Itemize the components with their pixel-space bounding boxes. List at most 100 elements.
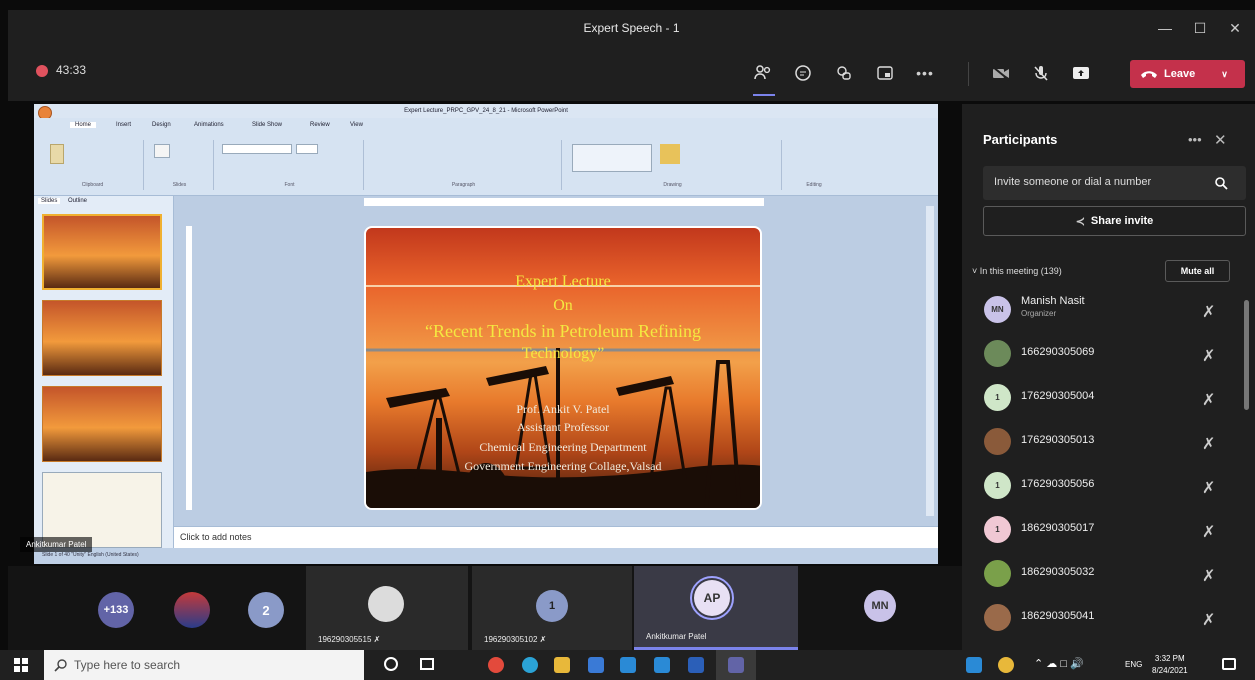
minimize-icon[interactable]: — <box>1148 10 1182 46</box>
tray-icons[interactable]: ⌃ ☁ □ 🔊 <box>1034 657 1084 670</box>
chevron-down-icon[interactable]: ∨ <box>1221 69 1228 80</box>
participant-name: 176290305004 <box>1021 390 1095 402</box>
in-meeting-header[interactable]: ˅ In this meeting (139) <box>972 266 1062 276</box>
ribbon-group-clipboard[interactable]: Clipboard <box>42 140 144 190</box>
video-tile[interactable]: 1 196290305102 ✗ <box>472 566 632 650</box>
camera-off-icon[interactable] <box>988 60 1014 86</box>
participant-row[interactable]: 1 186290305017 ✗ <box>962 508 1242 552</box>
ppt-window-title: Expert Lecture_PRPC_GPV_24_8_21 - Micros… <box>34 104 938 118</box>
window-title: Expert Speech - 1 <box>583 21 680 35</box>
panel-more-icon[interactable]: ••• <box>1188 132 1202 147</box>
slide-thumbnail[interactable] <box>42 300 162 376</box>
language-indicator[interactable]: ENG <box>1125 660 1142 669</box>
windows-start-icon[interactable] <box>14 658 28 672</box>
slides-tab[interactable]: Slides <box>38 198 61 204</box>
ribbon-group-editing[interactable]: Editing <box>784 140 844 190</box>
ppt-tab-design[interactable]: Design <box>152 122 171 128</box>
slide-thumbnail[interactable] <box>42 386 162 462</box>
avatar: 1 <box>984 384 1011 411</box>
notification-icon[interactable] <box>1222 658 1236 670</box>
participant-count-badge[interactable]: 2 <box>248 592 284 628</box>
slide-body-line: Assistant Professor <box>516 420 610 434</box>
notes-pane[interactable]: Click to add notes <box>174 526 938 548</box>
ribbon-group-drawing[interactable]: Drawing <box>564 140 782 190</box>
slide-title-line: “Recent Trends in Petroleum Refining <box>425 321 701 341</box>
overflow-participants-button[interactable]: +133 <box>98 592 134 628</box>
participant-row[interactable]: 186290305041 ✗ <box>962 596 1242 640</box>
app-icon[interactable] <box>654 657 670 673</box>
store-icon[interactable] <box>588 657 604 673</box>
ppt-tab-home[interactable]: Home <box>70 122 97 128</box>
panel-scrollbar[interactable] <box>1244 300 1249 410</box>
participants-icon[interactable] <box>750 60 776 86</box>
teams-taskbar-button[interactable] <box>716 650 756 680</box>
word-icon[interactable] <box>688 657 704 673</box>
participant-row[interactable]: 186290305032 ✗ <box>962 552 1242 596</box>
participant-row[interactable]: MN Manish Nasit Organizer ✗ <box>962 288 1242 332</box>
participant-name: 176290305013 <box>1021 434 1095 446</box>
slide-thumbnail[interactable] <box>42 214 162 290</box>
avatar[interactable] <box>174 592 210 628</box>
share-invite-button[interactable]: ≺ Share invite <box>983 206 1246 236</box>
breakout-rooms-icon[interactable] <box>872 60 898 86</box>
avatar <box>984 560 1011 587</box>
ppt-tab-animations[interactable]: Animations <box>194 122 224 128</box>
taskbar-clock[interactable]: 3:32 PM 8/24/2021 <box>1152 653 1188 677</box>
avatar <box>984 340 1011 367</box>
participants-active-indicator <box>753 94 775 96</box>
more-actions-icon[interactable]: ••• <box>912 60 938 86</box>
video-tile-active-speaker[interactable]: AP Ankitkumar Patel <box>634 566 798 650</box>
ppt-tab-review[interactable]: Review <box>310 122 330 128</box>
video-tile[interactable]: 196290305515 ✗ <box>306 566 468 650</box>
tray-app-icon[interactable] <box>998 657 1014 673</box>
ppt-status-bar: Slide 1 of 40 "Unity" English (United St… <box>34 548 938 564</box>
tile-name: Ankitkumar Patel <box>646 632 707 641</box>
invite-search-input[interactable]: Invite someone or dial a number <box>983 166 1246 200</box>
current-slide[interactable]: Expert Lecture On “Recent Trends in Petr… <box>364 226 762 510</box>
outline-tab[interactable]: Outline <box>68 198 87 204</box>
mic-muted-icon: ✗ <box>1202 348 1216 365</box>
ppt-tab-slideshow[interactable]: Slide Show <box>252 122 282 128</box>
search-icon <box>54 658 68 672</box>
participant-name: 186290305017 <box>1021 522 1095 534</box>
avatar <box>984 428 1011 455</box>
share-screen-icon[interactable] <box>1068 60 1094 86</box>
chrome-icon[interactable] <box>488 657 504 673</box>
recording-indicator-icon <box>36 65 48 77</box>
participant-row[interactable]: 176290305013 ✗ <box>962 420 1242 464</box>
chat-icon[interactable] <box>790 60 816 86</box>
search-icon[interactable] <box>1214 176 1228 190</box>
mail-icon[interactable] <box>620 657 636 673</box>
ppt-ribbon: Home Insert Design Animations Slide Show… <box>34 118 938 196</box>
panel-close-icon[interactable]: ✕ <box>1214 131 1227 149</box>
edge-icon[interactable] <box>522 657 538 673</box>
participant-name: Manish Nasit <box>1021 295 1085 307</box>
avatar <box>984 604 1011 631</box>
maximize-icon[interactable]: ☐ <box>1183 10 1217 46</box>
cortana-icon[interactable] <box>384 657 398 671</box>
close-icon[interactable]: ✕ <box>1218 10 1252 46</box>
toolbar-divider <box>968 62 969 86</box>
ribbon-group-paragraph[interactable]: Paragraph <box>366 140 562 190</box>
file-explorer-icon[interactable] <box>554 657 570 673</box>
slide-title-line: Technology” <box>521 345 605 362</box>
mute-all-button[interactable]: Mute all <box>1165 260 1230 282</box>
leave-button[interactable]: Leave ∨ <box>1130 60 1245 88</box>
participant-name: 186290305041 <box>1021 610 1095 622</box>
participant-row[interactable]: 1 176290305004 ✗ <box>962 376 1242 420</box>
tray-app-icon[interactable] <box>966 657 982 673</box>
ribbon-group-slides[interactable]: Slides <box>146 140 214 190</box>
ribbon-group-font[interactable]: Font <box>216 140 364 190</box>
share-invite-label: Share invite <box>1090 215 1154 227</box>
video-tile[interactable]: MN <box>800 566 962 650</box>
task-view-icon[interactable] <box>420 658 434 670</box>
mic-muted-icon[interactable] <box>1028 60 1054 86</box>
participant-row[interactable]: 1 176290305056 ✗ <box>962 464 1242 508</box>
ppt-tab-insert[interactable]: Insert <box>116 122 131 128</box>
participant-row[interactable]: 166290305069 ✗ <box>962 332 1242 376</box>
taskbar-search-input[interactable]: Type here to search <box>44 650 364 680</box>
slide-scrollbar[interactable] <box>926 206 934 516</box>
tile-name: 196290305102 ✗ <box>484 635 547 644</box>
reactions-icon[interactable] <box>831 60 857 86</box>
ppt-tab-view[interactable]: View <box>350 122 363 128</box>
